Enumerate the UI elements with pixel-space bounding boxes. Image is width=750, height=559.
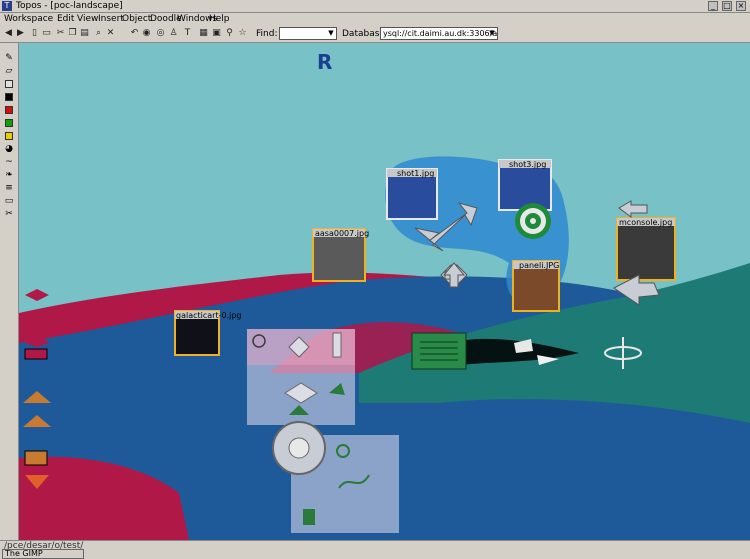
chevron-down-icon[interactable]: ▼ bbox=[488, 29, 496, 38]
photo-shot1[interactable]: shot1.jpg bbox=[386, 168, 438, 220]
color-swatch-white[interactable] bbox=[5, 80, 13, 88]
color-swatch-black[interactable] bbox=[5, 93, 13, 101]
link-icon[interactable]: ⚲ bbox=[224, 28, 235, 39]
menu-view[interactable]: View bbox=[77, 13, 98, 26]
color-swatch-red[interactable] bbox=[5, 106, 13, 114]
find-label: Find: bbox=[256, 29, 278, 39]
photo-aasa0007[interactable]: aasa0007.jpg bbox=[312, 228, 369, 282]
note-icon[interactable] bbox=[411, 332, 467, 370]
rotate-left-icon[interactable]: ↶ bbox=[129, 28, 140, 39]
tool-palette: ✎ ▱ ◕ ~ ❧ ≡ ▭ ✂ bbox=[0, 43, 19, 540]
chevron-down-icon[interactable]: ▼ bbox=[327, 29, 335, 38]
photo-shot3[interactable]: shot3.jpg bbox=[498, 159, 552, 211]
photo-label: aasa0007.jpg bbox=[315, 229, 369, 238]
navigation-panel[interactable] bbox=[247, 329, 355, 425]
menu-insert[interactable]: Insert bbox=[98, 13, 124, 26]
photo-label: shot3.jpg bbox=[509, 160, 546, 169]
menu-bar: Workspace Edit View Insert Object Doodle… bbox=[0, 13, 750, 26]
maximize-button[interactable]: □ bbox=[722, 1, 732, 11]
top-letter: R bbox=[317, 50, 332, 74]
line-tool-icon[interactable]: ~ bbox=[3, 157, 15, 167]
scroll-icon bbox=[332, 332, 342, 358]
forward-arrow-icon[interactable]: ▶ bbox=[15, 28, 26, 39]
tool-panel[interactable] bbox=[272, 421, 399, 533]
menu-edit[interactable]: Edit bbox=[57, 13, 74, 26]
workspace-canvas[interactable]: R shot1.jpg shot3.jpg aasa0007.jpg mcons… bbox=[19, 43, 750, 540]
eraser-icon[interactable]: ▱ bbox=[3, 66, 15, 76]
app-icon: T bbox=[2, 1, 12, 11]
photo-label: mconsole.jpg bbox=[619, 218, 672, 227]
color-wheel-icon[interactable]: ◕ bbox=[3, 144, 15, 154]
taskbar-label: The GIMP bbox=[5, 549, 43, 558]
document-icon bbox=[303, 509, 315, 525]
menu-help[interactable]: Help bbox=[209, 13, 230, 26]
star-icon[interactable]: ☆ bbox=[237, 28, 248, 39]
photo-mconsole[interactable]: mconsole.jpg bbox=[616, 217, 676, 281]
toolbar: ◀ ▶ ▯ ▭ ✂ ❐ ▤ ⌕ ✕ ↶ ◉ ◎ ♙ T ▦ ▣ ⚲ ☆ Find… bbox=[0, 26, 750, 43]
lines-icon[interactable]: ≡ bbox=[3, 183, 15, 193]
pencil-icon[interactable]: ✎ bbox=[3, 53, 15, 63]
scissors-icon[interactable]: ✂ bbox=[3, 209, 15, 219]
photo-paneli[interactable]: paneli.JPG bbox=[512, 260, 560, 312]
new-file-icon[interactable]: ▯ bbox=[29, 28, 40, 39]
database-select-value: ysql://cit.daimi.au.dk:3306/aros bbox=[383, 29, 498, 38]
close-button[interactable]: × bbox=[736, 1, 746, 11]
text-icon[interactable]: T bbox=[182, 28, 193, 39]
target-icon[interactable] bbox=[515, 203, 551, 239]
minimize-button[interactable]: _ bbox=[708, 1, 718, 11]
color-swatch-yellow[interactable] bbox=[5, 132, 13, 140]
photo-label: galacticart-0.jpg bbox=[176, 311, 242, 320]
paste-icon[interactable]: ▤ bbox=[79, 28, 90, 39]
cut-icon[interactable]: ✂ bbox=[55, 28, 66, 39]
menu-object[interactable]: Object bbox=[122, 13, 151, 26]
open-folder-icon[interactable]: ▭ bbox=[41, 28, 52, 39]
find-icon[interactable]: ⌕ bbox=[93, 28, 104, 39]
delete-icon[interactable]: ✕ bbox=[105, 28, 116, 39]
frame-icon[interactable]: ▭ bbox=[3, 196, 15, 206]
back-arrow-icon[interactable]: ◀ bbox=[3, 28, 14, 39]
landscape-svg: R shot1.jpg shot3.jpg aasa0007.jpg mcons… bbox=[19, 43, 750, 540]
target-icon[interactable]: ◎ bbox=[155, 28, 166, 39]
person-icon[interactable]: ♙ bbox=[168, 28, 179, 39]
status-bar: /pce/desar/o/test/ The GIMP bbox=[0, 540, 750, 559]
brush-icon[interactable]: ❧ bbox=[3, 170, 15, 180]
photo-label: shot1.jpg bbox=[397, 169, 434, 178]
print-icon[interactable]: ▣ bbox=[211, 28, 222, 39]
find-input[interactable]: ▼ bbox=[279, 27, 337, 40]
globe-icon[interactable]: ◉ bbox=[141, 28, 152, 39]
color-swatch-green[interactable] bbox=[5, 119, 13, 127]
photo-label: paneli.JPG bbox=[519, 261, 559, 270]
window-title: Topos - [poc-landscape] bbox=[16, 1, 123, 11]
title-bar: T Topos - [poc-landscape] _ □ × bbox=[0, 0, 750, 13]
menu-workspace[interactable]: Workspace bbox=[4, 13, 53, 26]
properties-icon[interactable]: ▦ bbox=[198, 28, 209, 39]
copy-icon[interactable]: ❐ bbox=[67, 28, 78, 39]
database-select[interactable]: ysql://cit.daimi.au.dk:3306/aros ▼ bbox=[380, 27, 498, 40]
